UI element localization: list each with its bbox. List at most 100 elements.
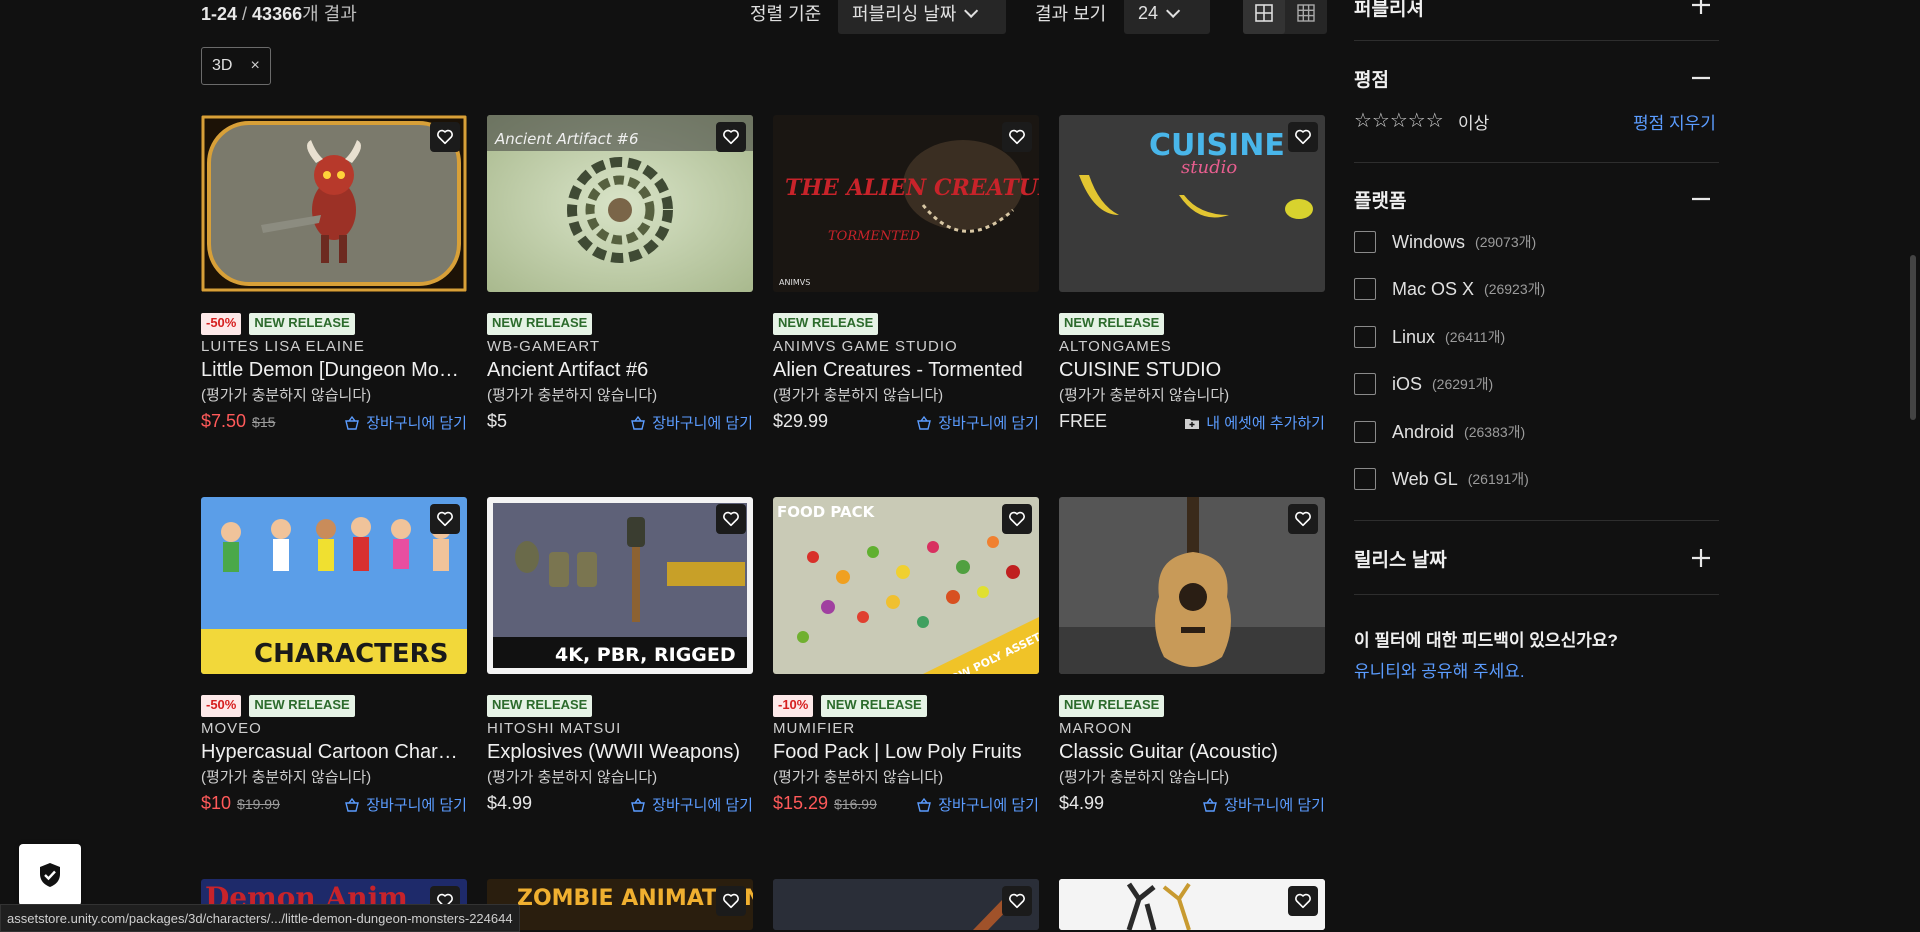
- product-title[interactable]: Explosives (WWII Weapons): [487, 740, 753, 765]
- product-title[interactable]: Ancient Artifact #6: [487, 358, 753, 383]
- heart-icon: [1009, 893, 1025, 909]
- large-grid-button[interactable]: [1243, 0, 1285, 34]
- product-card[interactable]: -50% NEW RELEASE LUITES LISA ELAINE Litt…: [201, 115, 467, 434]
- platform-option-android[interactable]: Android (26383개): [1354, 420, 1525, 444]
- add-to-cart-button[interactable]: 장바구니에 담기: [630, 412, 753, 433]
- product-card[interactable]: THE ALIEN CREATURES TORMENTED ANIMVS NEW…: [773, 115, 1039, 434]
- add-to-cart-button[interactable]: 장바구니에 담기: [916, 794, 1039, 815]
- product-thumbnail[interactable]: [201, 115, 467, 292]
- feedback-link[interactable]: 유니티와 공유해 주세요.: [1354, 657, 1525, 682]
- zombie-thumbnail-art: ZOMBIE ANIMATIONS: [487, 879, 753, 930]
- small-grid-button[interactable]: [1285, 0, 1327, 34]
- feedback-question: 이 필터에 대한 피드백이 있으신가요?: [1354, 631, 1618, 650]
- alien-thumb-logo: ANIMVS: [779, 278, 810, 287]
- folder-icon: [1185, 418, 1200, 429]
- active-filter-chip[interactable]: 3D ×: [201, 47, 271, 85]
- add-to-cart-button[interactable]: 장바구니에 담기: [344, 794, 467, 815]
- product-card[interactable]: NEW RELEASE MAROON Classic Guitar (Acous…: [1059, 497, 1325, 816]
- heart-icon: [1009, 511, 1025, 527]
- publisher-name[interactable]: ANIMVS GAME STUDIO: [773, 337, 1039, 357]
- checkbox[interactable]: [1354, 373, 1376, 395]
- wishlist-heart-button[interactable]: [430, 122, 460, 152]
- add-to-cart-button[interactable]: 장바구니에 담기: [1202, 794, 1325, 815]
- scrollbar-thumb[interactable]: [1910, 255, 1916, 420]
- rating-text: (평가가 충분하지 않습니다): [1059, 769, 1230, 786]
- price-row: $5 장바구니에 담기: [487, 410, 753, 434]
- checkbox[interactable]: [1354, 231, 1376, 253]
- per-page-dropdown[interactable]: 24: [1124, 0, 1210, 34]
- wishlist-heart-button[interactable]: [1002, 122, 1032, 152]
- plus-icon[interactable]: [1690, 0, 1712, 16]
- privacy-shield-button[interactable]: [19, 844, 81, 906]
- add-to-cart-button[interactable]: 장바구니에 담기: [916, 412, 1039, 433]
- release-date-filter-title[interactable]: 릴리스 날짜: [1354, 545, 1447, 572]
- product-title[interactable]: Hypercasual Cartoon Characters: [201, 740, 467, 765]
- product-thumbnail[interactable]: ZOMBIE ANIMATIONS: [487, 879, 753, 930]
- artifact-thumbnail-art: Ancient Artifact #6: [487, 115, 753, 292]
- product-thumbnail[interactable]: [1059, 497, 1325, 674]
- add-to-my-assets-button[interactable]: 내 에셋에 추가하기: [1184, 412, 1325, 433]
- publisher-name[interactable]: WB-GAMEART: [487, 337, 753, 357]
- publisher-filter-title[interactable]: 퍼블리셔: [1354, 0, 1424, 21]
- product-card[interactable]: [1059, 879, 1325, 930]
- product-card[interactable]: CHARACTERS -50% NEW RELEASE MOVEO Hyperc…: [201, 497, 467, 816]
- product-card[interactable]: [773, 879, 1039, 930]
- product-thumbnail[interactable]: CHARACTERS: [201, 497, 467, 674]
- rating-filter-title[interactable]: 평점: [1354, 65, 1389, 92]
- discount-badge: -50%: [201, 695, 242, 717]
- product-card[interactable]: ZOMBIE ANIMATIONS: [487, 879, 753, 930]
- wishlist-heart-button[interactable]: [430, 504, 460, 534]
- platform-option-webgl[interactable]: Web GL (26191개): [1354, 467, 1529, 491]
- add-to-cart-label: 장바구니에 담기: [366, 415, 467, 432]
- product-title[interactable]: Food Pack | Low Poly Fruits: [773, 740, 1039, 765]
- publisher-name[interactable]: MAROON: [1059, 719, 1325, 739]
- clear-rating-link[interactable]: 평점 지우기: [1633, 109, 1716, 134]
- publisher-name[interactable]: MOVEO: [201, 719, 467, 739]
- product-card[interactable]: CUISINE studio NEW RELEASE ALTONGAMES CU…: [1059, 115, 1325, 434]
- minus-icon[interactable]: [1690, 67, 1712, 89]
- product-thumbnail[interactable]: [773, 879, 1039, 930]
- platform-filter-title[interactable]: 플랫폼: [1354, 186, 1406, 213]
- wishlist-heart-button[interactable]: [1002, 886, 1032, 916]
- minus-icon[interactable]: [1690, 188, 1712, 210]
- product-title[interactable]: Alien Creatures - Tormented: [773, 358, 1039, 383]
- product-thumbnail[interactable]: FOOD PACK LOW POLY ASSETS: [773, 497, 1039, 674]
- product-thumbnail[interactable]: THE ALIEN CREATURES TORMENTED ANIMVS: [773, 115, 1039, 292]
- close-icon[interactable]: ×: [250, 57, 259, 75]
- wishlist-heart-button[interactable]: [1002, 504, 1032, 534]
- plus-icon[interactable]: [1690, 547, 1712, 569]
- product-card[interactable]: 4K, PBR, RIGGED NEW RELEASE HITOSHI MATS…: [487, 497, 753, 816]
- platform-option-ios[interactable]: iOS (26291개): [1354, 372, 1493, 396]
- publisher-name[interactable]: HITOSHI MATSUI: [487, 719, 753, 739]
- product-title[interactable]: CUISINE STUDIO: [1059, 358, 1325, 383]
- checkbox[interactable]: [1354, 468, 1376, 490]
- platform-option-linux[interactable]: Linux (26411개): [1354, 325, 1505, 349]
- product-card[interactable]: Ancient Artifact #6 NEW RELEASE WB-GAMEA…: [487, 115, 753, 434]
- wishlist-heart-button[interactable]: [716, 504, 746, 534]
- original-price: $19.99: [237, 796, 280, 812]
- star-rating-selector[interactable]: ☆☆☆☆☆: [1354, 108, 1444, 133]
- checkbox[interactable]: [1354, 421, 1376, 443]
- publisher-name[interactable]: ALTONGAMES: [1059, 337, 1325, 357]
- publisher-name[interactable]: LUITES LISA ELAINE: [201, 337, 467, 357]
- add-to-cart-button[interactable]: 장바구니에 담기: [630, 794, 753, 815]
- platform-option-windows[interactable]: Windows (29073개): [1354, 230, 1536, 254]
- publisher-name[interactable]: MUMIFIER: [773, 719, 1039, 739]
- product-title[interactable]: Classic Guitar (Acoustic): [1059, 740, 1325, 765]
- wishlist-heart-button[interactable]: [1288, 122, 1318, 152]
- wishlist-heart-button[interactable]: [1288, 504, 1318, 534]
- wishlist-heart-button[interactable]: [1288, 886, 1318, 916]
- checkbox[interactable]: [1354, 326, 1376, 348]
- wishlist-heart-button[interactable]: [716, 122, 746, 152]
- checkbox[interactable]: [1354, 278, 1376, 300]
- product-thumbnail[interactable]: Ancient Artifact #6: [487, 115, 753, 292]
- product-thumbnail[interactable]: [1059, 879, 1325, 930]
- platform-option-macos[interactable]: Mac OS X (26923개): [1354, 277, 1545, 301]
- sort-dropdown[interactable]: 퍼블리싱 날짜: [838, 0, 1006, 34]
- add-to-cart-button[interactable]: 장바구니에 담기: [344, 412, 467, 433]
- product-title[interactable]: Little Demon [Dungeon Monsters]: [201, 358, 467, 383]
- wishlist-heart-button[interactable]: [716, 886, 746, 916]
- product-thumbnail[interactable]: 4K, PBR, RIGGED: [487, 497, 753, 674]
- product-thumbnail[interactable]: CUISINE studio: [1059, 115, 1325, 292]
- product-card[interactable]: FOOD PACK LOW POLY ASSETS -10% NEW RELEA…: [773, 497, 1039, 816]
